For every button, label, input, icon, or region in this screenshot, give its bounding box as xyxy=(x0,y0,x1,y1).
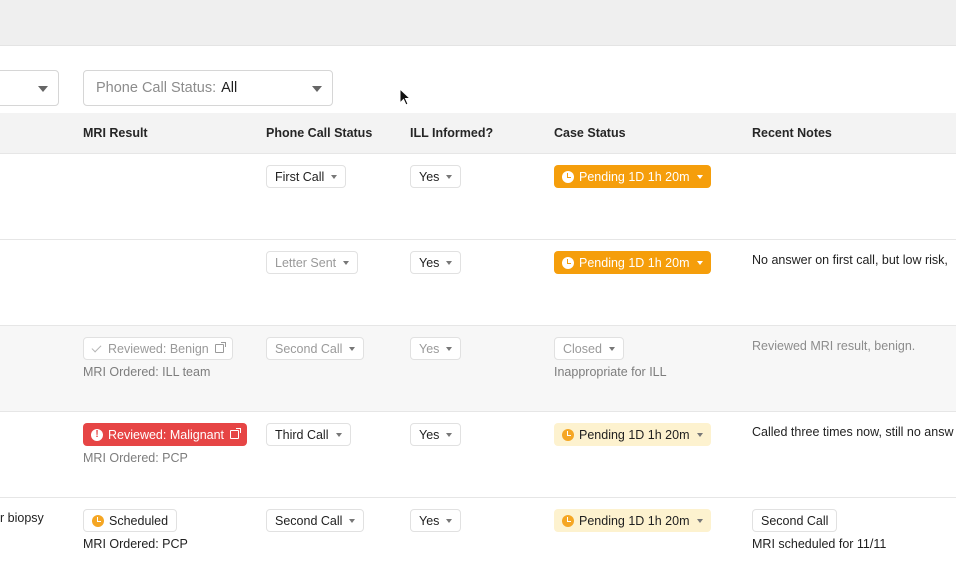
ill-informed-dropdown[interactable]: Yes xyxy=(410,251,462,274)
ill-informed-value: Yes xyxy=(419,169,440,184)
mri-result-badge[interactable]: ! Reviewed: Malignant xyxy=(83,423,248,446)
case-status-value: Pending 1D 1h 20m xyxy=(579,169,690,184)
caret-down-icon xyxy=(446,174,453,179)
mri-result-value: Reviewed: Malignant xyxy=(108,427,225,442)
column-header-phone-call-status[interactable]: Phone Call Status xyxy=(266,126,372,140)
table-row[interactable]: ! Reviewed: Malignant MRI Ordered: PCP T… xyxy=(0,411,956,497)
caret-down-icon xyxy=(696,174,703,179)
clock-icon xyxy=(562,170,574,183)
column-header-mri-result[interactable]: MRI Result xyxy=(83,126,148,140)
phone-call-status-dropdown[interactable]: Third Call xyxy=(266,423,351,446)
recent-note: MRI scheduled for 11/11 xyxy=(752,537,887,551)
case-status-badge[interactable]: Pending 1D 1h 20m xyxy=(554,509,711,532)
clock-icon xyxy=(562,256,574,269)
ill-informed-value: Yes xyxy=(419,255,440,270)
caret-down-icon xyxy=(696,432,703,437)
ill-informed-value: Yes xyxy=(419,341,440,356)
phone-call-status-dropdown[interactable]: Letter Sent xyxy=(266,251,359,274)
top-bar xyxy=(0,0,956,46)
phone-call-status-value: First Call xyxy=(275,169,325,184)
caret-down-icon xyxy=(38,86,48,92)
caret-down-icon xyxy=(349,346,356,351)
alert-icon: ! xyxy=(91,428,103,441)
caret-down-icon xyxy=(696,260,703,265)
phone-call-status-dropdown[interactable]: First Call xyxy=(266,165,347,188)
caret-down-icon xyxy=(343,260,350,265)
ill-informed-value: Yes xyxy=(419,427,440,442)
case-status-value: Pending 1D 1h 20m xyxy=(579,513,690,528)
ill-informed-value: Yes xyxy=(419,513,440,528)
mri-ordered-by: MRI Ordered: PCP xyxy=(83,537,188,551)
recent-note: No answer on first call, but low risk, xyxy=(752,253,948,267)
column-header-case-status[interactable]: Case Status xyxy=(554,126,626,140)
clock-icon xyxy=(92,514,104,527)
filter-dropdown-left[interactable] xyxy=(0,70,59,106)
phone-call-status-value: Third Call xyxy=(275,427,329,442)
clock-icon xyxy=(562,428,574,441)
case-status-value: Closed xyxy=(563,341,602,356)
mri-ordered-by: MRI Ordered: PCP xyxy=(83,451,188,465)
caret-down-icon xyxy=(608,346,615,351)
case-status-value: Pending 1D 1h 20m xyxy=(579,255,690,270)
mri-result-tag[interactable]: Scheduled xyxy=(83,509,178,532)
notes-call-tag: Second Call xyxy=(752,509,838,532)
caret-down-icon xyxy=(349,518,356,523)
external-link-icon xyxy=(214,342,226,353)
caret-down-icon xyxy=(312,86,322,92)
table-row[interactable]: Reviewed: Benign MRI Ordered: ILL team S… xyxy=(0,325,956,411)
phone-call-status-dropdown[interactable]: Second Call xyxy=(266,337,365,360)
column-header-recent-notes[interactable]: Recent Notes xyxy=(752,126,832,140)
case-status-badge[interactable]: Pending 1D 1h 20m xyxy=(554,165,711,188)
recent-note: Called three times now, still no answ xyxy=(752,425,954,439)
phone-call-status-value: Letter Sent xyxy=(275,255,337,270)
phone-call-status-value: Second Call xyxy=(275,513,343,528)
table-header: MRI Result Phone Call Status ILL Informe… xyxy=(0,113,956,153)
table-row[interactable]: r biopsy Scheduled MRI Ordered: PCP Seco… xyxy=(0,497,956,576)
phone-call-status-filter[interactable]: Phone Call Status: All xyxy=(83,70,333,106)
case-status-dropdown[interactable]: Closed xyxy=(554,337,624,360)
table-row[interactable]: First Call Yes Pending 1D 1h 20m xyxy=(0,153,956,239)
filter-value: All xyxy=(221,80,238,96)
external-link-icon xyxy=(230,428,242,439)
caret-down-icon xyxy=(446,432,453,437)
mri-ordered-by: MRI Ordered: ILL team xyxy=(83,365,211,379)
table-row[interactable]: Letter Sent Yes Pending 1D 1h 20m No ans… xyxy=(0,239,956,325)
case-status-badge[interactable]: Pending 1D 1h 20m xyxy=(554,423,711,446)
ill-informed-dropdown[interactable]: Yes xyxy=(410,337,462,360)
ill-informed-dropdown[interactable]: Yes xyxy=(410,165,462,188)
ill-informed-dropdown[interactable]: Yes xyxy=(410,423,462,446)
case-status-reason: Inappropriate for ILL xyxy=(554,365,667,379)
case-status-value: Pending 1D 1h 20m xyxy=(579,427,690,442)
mri-result-value: Scheduled xyxy=(109,513,169,528)
case-status-badge[interactable]: Pending 1D 1h 20m xyxy=(554,251,711,274)
caret-down-icon xyxy=(446,260,453,265)
clock-icon xyxy=(562,514,574,527)
phone-call-status-dropdown[interactable]: Second Call xyxy=(266,509,365,532)
notes-call-tag-label: Second Call xyxy=(761,513,829,528)
caret-down-icon xyxy=(446,518,453,523)
filter-label: Phone Call Status: xyxy=(96,80,217,96)
mri-result-tag[interactable]: Reviewed: Benign xyxy=(83,337,233,360)
truncated-cell-text: r biopsy xyxy=(0,511,44,525)
ill-informed-dropdown[interactable]: Yes xyxy=(410,509,462,532)
mouse-cursor-icon xyxy=(399,88,412,106)
column-header-ill-informed[interactable]: ILL Informed? xyxy=(410,126,493,140)
phone-call-status-value: Second Call xyxy=(275,341,343,356)
caret-down-icon xyxy=(335,432,342,437)
caret-down-icon xyxy=(331,174,338,179)
check-icon xyxy=(91,342,102,352)
caret-down-icon xyxy=(446,346,453,351)
recent-note: Reviewed MRI result, benign. xyxy=(752,339,916,353)
mri-result-value: Reviewed: Benign xyxy=(108,341,209,356)
caret-down-icon xyxy=(696,518,703,523)
